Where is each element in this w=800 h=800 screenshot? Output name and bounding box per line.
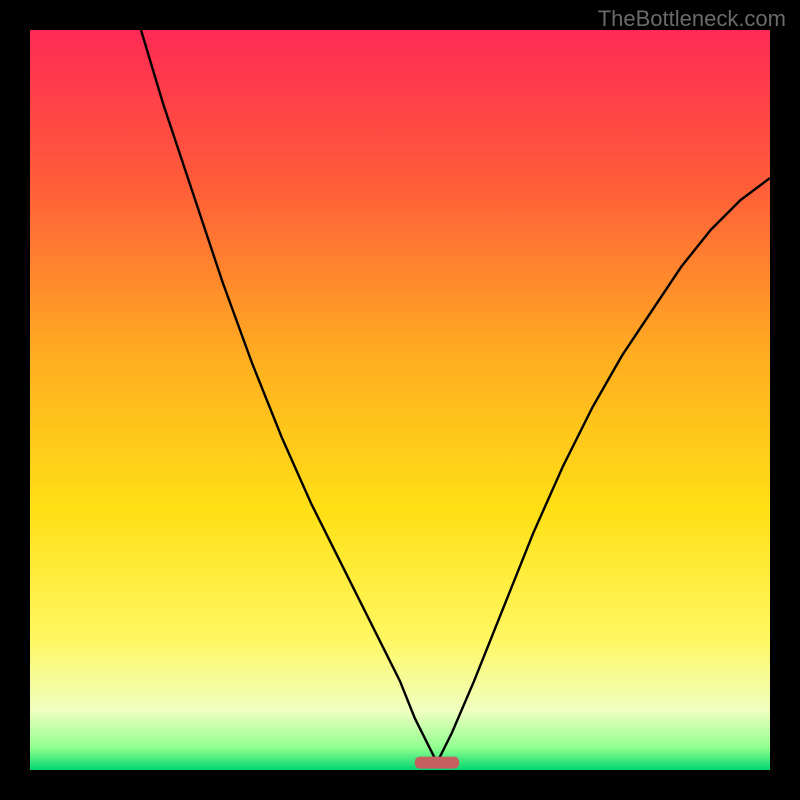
chart-container: TheBottleneck.com — [0, 0, 800, 800]
bottom-marker — [415, 757, 459, 769]
gradient-background — [30, 30, 770, 770]
watermark-label: TheBottleneck.com — [598, 6, 786, 32]
chart-svg — [30, 30, 770, 770]
